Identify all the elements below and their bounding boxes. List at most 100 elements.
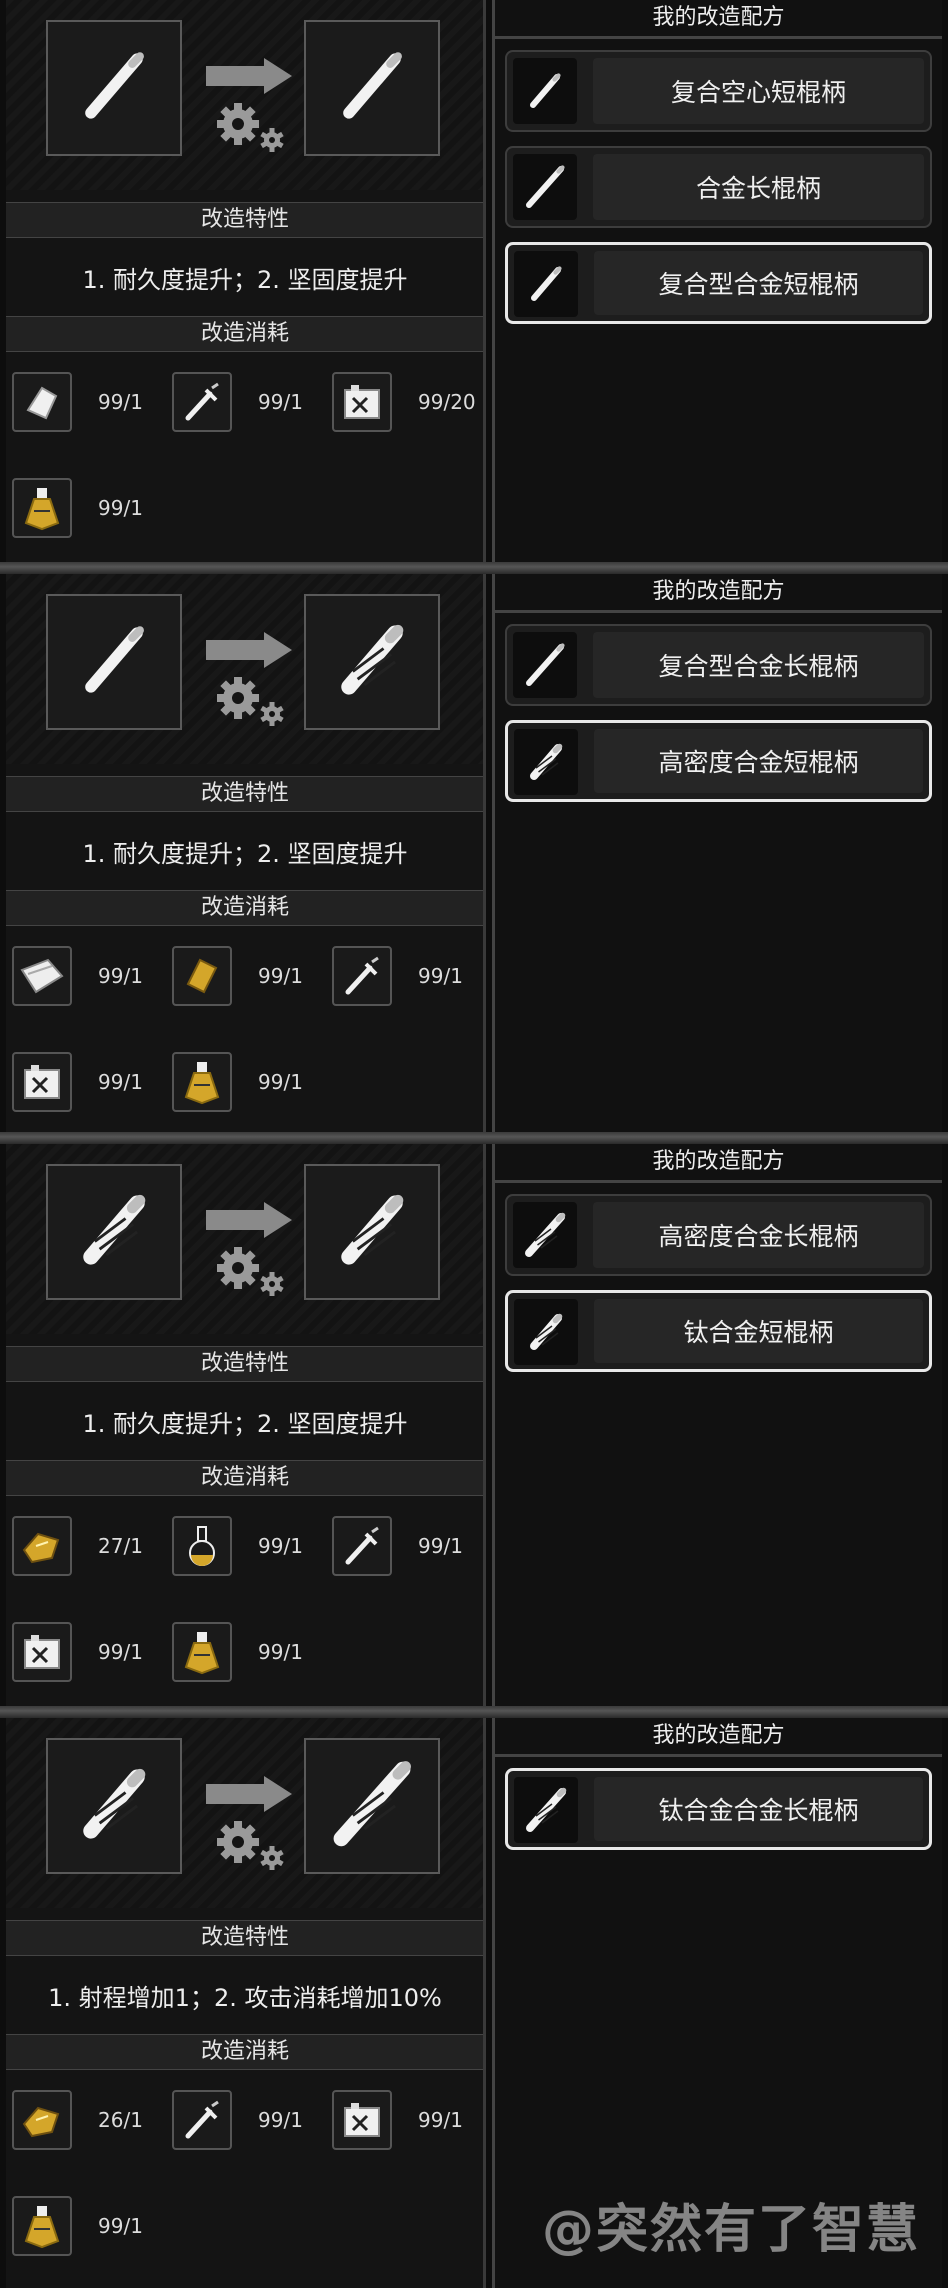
recipe-item[interactable]: 复合型合金长棍柄 bbox=[505, 624, 932, 706]
titanium-short-handle-icon bbox=[324, 1182, 420, 1282]
costs-header: 改造消耗 bbox=[6, 890, 483, 926]
material-item[interactable]: 99/20 bbox=[332, 372, 483, 436]
hollow-short-handle-icon bbox=[324, 38, 420, 138]
potion-flask-icon bbox=[172, 1052, 232, 1112]
material-item[interactable]: 99/1 bbox=[172, 372, 332, 436]
material-count: 99/1 bbox=[98, 496, 143, 520]
material-count: 99/1 bbox=[258, 1534, 303, 1558]
material-item[interactable]: 99/1 bbox=[332, 2090, 483, 2154]
material-item[interactable]: 99/1 bbox=[332, 946, 483, 1010]
material-item[interactable]: 99/1 bbox=[172, 1052, 332, 1116]
costs-header: 改造消耗 bbox=[6, 1460, 483, 1496]
material-count: 99/1 bbox=[98, 390, 143, 414]
titanium-short-handle-icon bbox=[66, 1756, 162, 1856]
input-item-slot[interactable] bbox=[46, 20, 182, 156]
recipe-item[interactable]: 钛合金短棍柄 bbox=[505, 1290, 932, 1372]
gold-chunk-icon bbox=[12, 1516, 72, 1576]
gold-bar-icon bbox=[172, 946, 232, 1006]
arrow-gear-icon bbox=[202, 56, 298, 156]
recipe-label: 钛合金合金长棍柄 bbox=[594, 1777, 923, 1841]
recipe-label: 钛合金短棍柄 bbox=[594, 1299, 923, 1363]
input-item-slot[interactable] bbox=[46, 1164, 182, 1300]
titanium-short-handle-icon bbox=[514, 1299, 578, 1365]
material-count: 99/1 bbox=[258, 1070, 303, 1094]
material-count: 99/1 bbox=[98, 1640, 143, 1664]
input-item-slot[interactable] bbox=[46, 1738, 182, 1874]
metal-sheet-icon bbox=[12, 946, 72, 1006]
battery-icon bbox=[332, 2090, 392, 2150]
traits-header: 改造特性 bbox=[6, 776, 483, 812]
recipe-item[interactable]: 合金长棍柄 bbox=[505, 146, 932, 228]
dense-short-handle-icon bbox=[324, 612, 420, 712]
material-count: 99/1 bbox=[418, 1534, 463, 1558]
material-item[interactable]: 99/1 bbox=[172, 2090, 332, 2154]
output-item-slot[interactable] bbox=[304, 20, 440, 156]
upgrade-panel: 改造特性 1. 耐久度提升；2. 坚固度提升改造消耗 99/1 99/1 99/1 99/… bbox=[0, 574, 948, 1140]
material-item[interactable]: 99/1 bbox=[12, 1052, 172, 1116]
recipe-label: 高密度合金长棍柄 bbox=[593, 1202, 924, 1268]
material-item[interactable]: 99/1 bbox=[12, 1622, 172, 1686]
material-item[interactable]: 27/1 bbox=[12, 1516, 172, 1580]
output-item-slot[interactable] bbox=[304, 1164, 440, 1300]
upgrade-panel: 改造特性 1. 耐久度提升；2. 坚固度提升改造消耗 27/1 99/1 99/1 99/… bbox=[0, 1144, 948, 1710]
potion-flask-icon bbox=[172, 1622, 232, 1682]
battery-icon bbox=[332, 372, 392, 432]
material-count: 99/1 bbox=[418, 964, 463, 988]
output-item-slot[interactable] bbox=[304, 594, 440, 730]
material-count: 99/1 bbox=[98, 2214, 143, 2238]
screwdriver-icon bbox=[172, 372, 232, 432]
long-handle-icon bbox=[513, 154, 577, 220]
material-item[interactable]: 99/1 bbox=[172, 1622, 332, 1686]
hollow-short-handle-icon bbox=[513, 58, 577, 124]
panel-divider bbox=[0, 1132, 948, 1144]
dense-short-handle-icon bbox=[66, 1182, 162, 1282]
traits-header: 改造特性 bbox=[6, 1346, 483, 1382]
recipe-item[interactable]: 钛合金合金长棍柄 bbox=[505, 1768, 932, 1850]
screwdriver-icon bbox=[172, 2090, 232, 2150]
material-item[interactable]: 99/1 bbox=[12, 2196, 172, 2260]
titanium-long-handle-icon bbox=[324, 1756, 420, 1856]
potion-flask-icon bbox=[12, 478, 72, 538]
dense-short-handle-icon bbox=[514, 729, 578, 795]
round-flask-icon bbox=[172, 1516, 232, 1576]
trait-description: 1. 耐久度提升；2. 坚固度提升 bbox=[82, 266, 408, 294]
costs-header: 改造消耗 bbox=[6, 2034, 483, 2070]
recipe-list: 我的改造配方 复合空心短棍柄 合金长棍柄 复合型合金短棍柄 bbox=[492, 0, 942, 566]
material-count: 99/1 bbox=[98, 1070, 143, 1094]
recipe-label: 复合型合金短棍柄 bbox=[594, 251, 923, 315]
panel-divider bbox=[0, 1706, 948, 1718]
arrow-gear-icon bbox=[202, 630, 298, 730]
input-item-slot[interactable] bbox=[46, 594, 182, 730]
arrow-gear-icon bbox=[202, 1200, 298, 1300]
material-item[interactable]: 99/1 bbox=[172, 1516, 332, 1580]
material-item[interactable]: 99/1 bbox=[12, 372, 172, 436]
battery-icon bbox=[12, 1052, 72, 1112]
material-count: 99/1 bbox=[98, 964, 143, 988]
potion-flask-icon bbox=[12, 2196, 72, 2256]
recipe-item[interactable]: 复合型合金短棍柄 bbox=[505, 242, 932, 324]
material-item[interactable]: 99/1 bbox=[12, 946, 172, 1010]
dense-long-handle-icon bbox=[513, 1202, 577, 1268]
material-item[interactable]: 26/1 bbox=[12, 2090, 172, 2154]
recipe-item[interactable]: 复合空心短棍柄 bbox=[505, 50, 932, 132]
material-item[interactable]: 99/1 bbox=[332, 1516, 483, 1580]
material-count: 27/1 bbox=[98, 1534, 143, 1558]
material-item[interactable]: 99/1 bbox=[172, 946, 332, 1010]
recipe-label: 复合型合金长棍柄 bbox=[593, 632, 924, 698]
material-count: 26/1 bbox=[98, 2108, 143, 2132]
output-item-slot[interactable] bbox=[304, 1738, 440, 1874]
recipe-item[interactable]: 高密度合金长棍柄 bbox=[505, 1194, 932, 1276]
recipe-item[interactable]: 高密度合金短棍柄 bbox=[505, 720, 932, 802]
trait-description: 1. 耐久度提升；2. 坚固度提升 bbox=[82, 840, 408, 868]
material-count: 99/1 bbox=[258, 964, 303, 988]
costs-header: 改造消耗 bbox=[6, 316, 483, 352]
screwdriver-icon bbox=[332, 1516, 392, 1576]
trait-description: 1. 耐久度提升；2. 坚固度提升 bbox=[82, 1410, 408, 1438]
recipes-title: 我的改造配方 bbox=[495, 0, 942, 39]
material-count: 99/20 bbox=[418, 390, 476, 414]
watermark: @突然有了智慧 bbox=[541, 2200, 920, 2260]
material-item[interactable]: 99/1 bbox=[12, 478, 172, 542]
recipe-label: 合金长棍柄 bbox=[593, 154, 924, 220]
traits-header: 改造特性 bbox=[6, 202, 483, 238]
composite-short-handle-icon bbox=[66, 612, 162, 712]
